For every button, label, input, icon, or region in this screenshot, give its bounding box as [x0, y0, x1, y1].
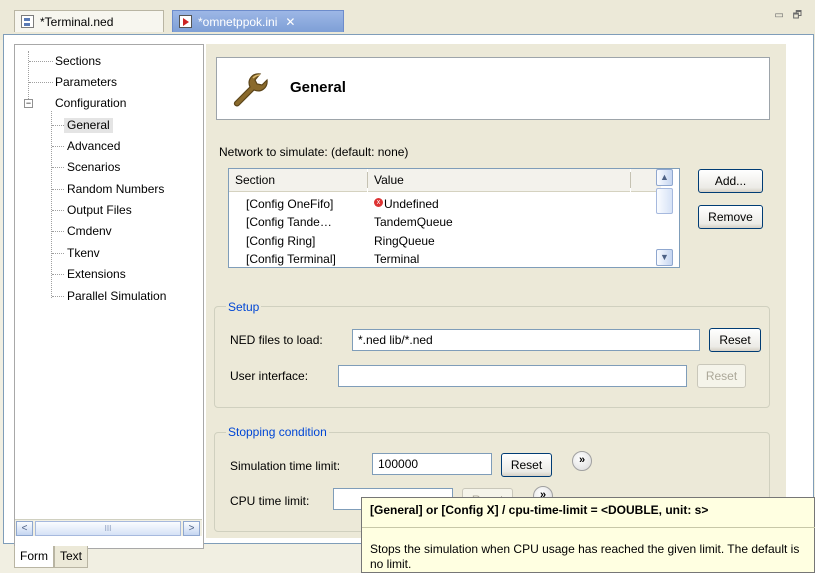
- scroll-left-icon[interactable]: <: [16, 521, 33, 536]
- tree-item-advanced[interactable]: Advanced: [67, 139, 120, 154]
- tab-text[interactable]: Text: [54, 546, 89, 568]
- tree-item-general[interactable]: General: [64, 118, 113, 133]
- ned-reset-button[interactable]: Reset: [709, 328, 761, 352]
- tree-item-sections[interactable]: Sections: [55, 54, 101, 69]
- ned-files-input[interactable]: *.ned lib/*.ned: [352, 329, 700, 351]
- tree-connector: [51, 111, 52, 298]
- network-label: Network to simulate: (default: none): [219, 145, 409, 159]
- tree-connector: [29, 61, 53, 62]
- tree-item-parameters[interactable]: Parameters: [55, 75, 117, 90]
- sim-time-limit-label: Simulation time limit:: [230, 459, 341, 473]
- tree-item-extensions[interactable]: Extensions: [67, 267, 126, 282]
- tree-connector: [52, 231, 64, 232]
- column-header-value[interactable]: Value: [368, 169, 630, 192]
- tree-item-tkenv[interactable]: Tkenv: [67, 246, 100, 261]
- restore-icon[interactable]: 🗗: [793, 10, 805, 21]
- section-tree: − Sections Parameters Configuration Gene…: [14, 44, 204, 549]
- tree-connector: [52, 146, 64, 147]
- editor-mode-tabs: Form Text: [14, 546, 89, 570]
- close-icon[interactable]: ✕: [285, 15, 295, 29]
- table-row[interactable]: [Config Ring] RingQueue: [229, 232, 659, 251]
- row-section: [Config Terminal]: [246, 252, 336, 266]
- ned-files-label: NED files to load:: [230, 333, 323, 347]
- row-value: RingQueue: [374, 234, 435, 248]
- tree-item-cmdenv[interactable]: Cmdenv: [67, 224, 112, 239]
- tooltip-title: [General] or [Config X] / cpu-time-limit…: [370, 503, 709, 517]
- user-interface-label: User interface:: [230, 369, 309, 383]
- scroll-right-icon[interactable]: >: [183, 521, 200, 536]
- ned-file-icon: [21, 15, 34, 28]
- tab-terminal-ned[interactable]: *Terminal.ned: [14, 10, 164, 32]
- tree-item-configuration[interactable]: Configuration: [55, 96, 126, 111]
- row-value: TandemQueue: [374, 215, 453, 229]
- more-options-icon[interactable]: »: [572, 451, 592, 471]
- tooltip-divider: [362, 527, 815, 528]
- tree-connector: [29, 82, 53, 83]
- tree-connector: [52, 274, 64, 275]
- setup-group: [214, 306, 770, 408]
- tree-item-parallel-simulation[interactable]: Parallel Simulation: [67, 289, 166, 304]
- tree-connector: [52, 210, 64, 211]
- tree-connector: [52, 253, 64, 254]
- tab-label: *Terminal.ned: [40, 14, 114, 29]
- row-value: Terminal: [374, 252, 420, 266]
- tab-omnetppok-ini[interactable]: *omnetppok.ini ✕: [172, 10, 344, 32]
- tree-item-output-files[interactable]: Output Files: [67, 203, 132, 218]
- tree-item-scenarios[interactable]: Scenarios: [67, 160, 120, 175]
- tree-connector: [52, 189, 64, 190]
- sim-reset-button[interactable]: Reset: [501, 453, 552, 477]
- tab-form[interactable]: Form: [14, 546, 54, 568]
- row-section: [Config OneFifo]: [246, 197, 334, 211]
- scroll-thumb[interactable]: III: [35, 521, 181, 536]
- remove-button[interactable]: Remove: [698, 205, 763, 229]
- setup-group-title: Setup: [226, 300, 262, 314]
- window-controls: ▭ 🗗: [774, 8, 805, 25]
- tree-connector: [52, 167, 64, 168]
- user-interface-input[interactable]: [338, 365, 687, 387]
- network-table[interactable]: Section Value [Config OneFifo] x Undefine…: [228, 168, 680, 268]
- tree-connector: [52, 125, 64, 126]
- scroll-thumb[interactable]: [656, 188, 673, 214]
- error-icon: x: [374, 198, 383, 207]
- tree-connector: [28, 51, 29, 101]
- tooltip: [General] or [Config X] / cpu-time-limit…: [361, 497, 815, 573]
- table-vertical-scrollbar[interactable]: ▲ ▼: [656, 168, 673, 268]
- wrench-icon: [233, 73, 268, 107]
- row-section: [Config Ring]: [246, 234, 316, 248]
- add-button[interactable]: Add...: [698, 169, 763, 193]
- row-section: [Config Tande…: [246, 215, 332, 229]
- collapse-icon[interactable]: −: [24, 99, 33, 108]
- table-row[interactable]: [Config Tande… TandemQueue: [229, 213, 659, 232]
- tab-label: *omnetppok.ini: [198, 14, 278, 29]
- table-row[interactable]: [Config Terminal] Terminal: [229, 250, 659, 267]
- tooltip-body: Stops the simulation when CPU usage has …: [370, 542, 800, 571]
- table-row[interactable]: [Config OneFifo] x Undefined: [229, 195, 659, 214]
- cpu-time-limit-label: CPU time limit:: [230, 494, 310, 508]
- ui-reset-button[interactable]: Reset: [697, 364, 746, 388]
- scroll-down-icon[interactable]: ▼: [656, 249, 673, 266]
- tree-horizontal-scrollbar[interactable]: < III >: [15, 519, 202, 536]
- tree-connector: [52, 296, 64, 297]
- column-header-section[interactable]: Section: [229, 169, 367, 192]
- stopping-group-title: Stopping condition: [226, 425, 329, 439]
- sim-time-limit-input[interactable]: 100000: [372, 453, 492, 475]
- scroll-up-icon[interactable]: ▲: [656, 169, 673, 186]
- tree-item-random-numbers[interactable]: Random Numbers: [67, 182, 164, 197]
- row-value: x Undefined: [374, 195, 634, 214]
- page-title: General: [290, 79, 346, 96]
- minimize-icon[interactable]: ▭: [774, 10, 786, 21]
- row-value-text: Undefined: [384, 197, 439, 211]
- ini-file-icon: [179, 15, 192, 28]
